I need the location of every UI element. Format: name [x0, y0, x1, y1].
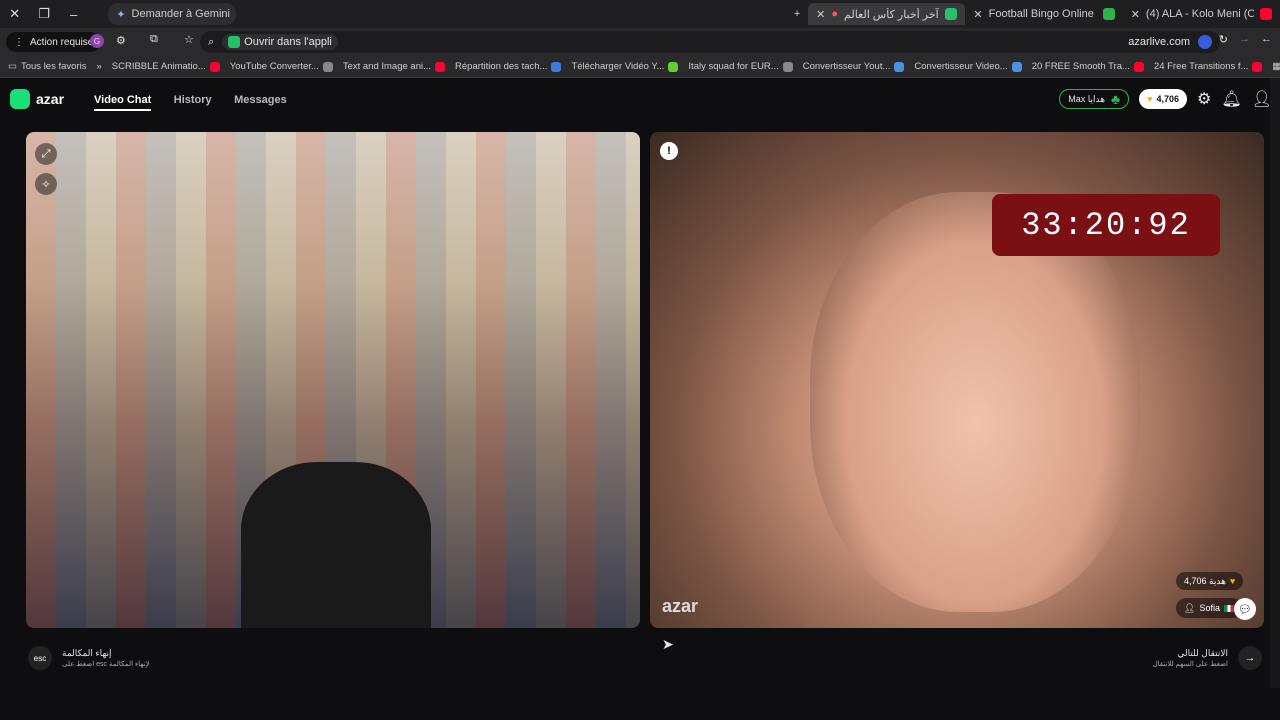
user-avatar-icon: 👤︎ [1184, 602, 1196, 613]
browser-toolbar: ⋮ Action requise G ⚙ ⧉ ☆ ⌕ Ouvrir dans l… [0, 28, 1280, 56]
youtube-icon [1133, 61, 1144, 72]
converter-icon [894, 61, 905, 72]
expand-icon[interactable]: ⤢ [35, 143, 57, 165]
bookmark-item[interactable]: 20 FREE Smooth Tra... [1032, 61, 1144, 72]
extensions-icon[interactable]: ⧉ [150, 33, 158, 46]
address-bar[interactable]: ⌕ Ouvrir dans l'appli azarlive.com [200, 31, 1220, 53]
logo-icon [10, 89, 30, 109]
local-video-feed [26, 132, 640, 628]
browser-tab-bar: ✕ ❐ – ✦ Demander à Gemini + ✕ ● آخر أخبا… [0, 0, 1280, 28]
search-icon: ⌕ [208, 35, 215, 48]
close-tab-icon[interactable]: ✕ [816, 8, 825, 21]
bookmark-item[interactable]: 24 Free Transitions f... [1154, 61, 1263, 72]
sliders-icon[interactable]: ⚙ [116, 34, 126, 47]
tab-favicon [944, 8, 957, 20]
globe-icon [322, 61, 333, 72]
next-hint: اضغط على السهم للانتقال [1152, 661, 1228, 668]
bookmark-item[interactable]: Répartition des tach... [455, 61, 562, 72]
close-tab-icon[interactable]: ✕ [1131, 8, 1140, 21]
bookmarks-overflow[interactable]: » [96, 61, 101, 72]
restore-window-icon[interactable]: ❐ [29, 0, 58, 28]
end-call-caption: إنهاء المكالمة [62, 648, 112, 658]
tab-video-chat[interactable]: Video Chat [94, 94, 152, 111]
gift-max-button[interactable]: Max هدايا ♣ [1059, 89, 1130, 109]
gift-coins-pill[interactable]: 4,706 هدية ♥ [1176, 572, 1244, 590]
cursor-icon: ➤ [662, 636, 674, 652]
bottom-controls: esc إنهاء المكالمة اضغط على esc لإنهاء ا… [0, 636, 1280, 684]
site-info-icon[interactable] [1198, 35, 1212, 49]
next-caption: الانتقال للتالي [1177, 648, 1228, 658]
chat-icon[interactable]: 💬︎ [1234, 598, 1256, 620]
bookmark-item[interactable]: Text and Image ani... [343, 61, 446, 72]
action-required-button[interactable]: ⋮ Action requise [6, 32, 102, 52]
bookmark-item[interactable]: Convertisseur Yout... [803, 61, 905, 72]
azar-logo[interactable]: azar [10, 89, 64, 109]
magic-effect-icon[interactable]: ✧ [35, 173, 57, 195]
app-header: azar Video Chat History Messages Max هدا… [10, 82, 1272, 116]
main-nav: Video Chat History Messages [94, 90, 305, 111]
clover-icon: ♣ [1110, 91, 1121, 107]
folder-icon: ▭ [8, 61, 17, 72]
more-vert-icon: ⋮ [14, 36, 24, 48]
youtube-icon [435, 61, 446, 72]
doc-icon [551, 61, 562, 72]
url-text: azarlive.com [1128, 36, 1190, 48]
end-call-hint: اضغط على esc لإنهاء المكالمة [62, 661, 150, 668]
open-in-app-button[interactable]: Ouvrir dans l'appli [222, 34, 338, 50]
download-icon [668, 61, 679, 72]
coin-icon: ♥ [1229, 576, 1236, 586]
youtube-icon [1259, 8, 1272, 20]
apps-grid-icon[interactable]: ▦ [1272, 61, 1280, 72]
tab-active[interactable]: ✕ ● آخر أخبار كأس العالم [808, 3, 966, 25]
settings-icon[interactable]: ⚙ [1197, 89, 1211, 109]
globe-icon [782, 61, 793, 72]
gemini-button[interactable]: ✦ Demander à Gemini [108, 3, 236, 25]
profile-icon[interactable]: 👤︎ [1252, 89, 1272, 109]
record-icon: ● [831, 8, 839, 20]
notification-bell-icon[interactable]: 🔔︎ [1221, 89, 1241, 109]
back-icon[interactable]: ← [1261, 33, 1272, 45]
new-tab-button[interactable]: + [786, 3, 808, 25]
bookmark-item[interactable]: YouTube Converter... [230, 61, 333, 72]
flag-icon [1223, 604, 1234, 612]
bookmark-item[interactable]: Italy squad for EUR... [688, 61, 793, 72]
close-tab-icon[interactable]: ✕ [973, 8, 982, 21]
report-icon[interactable]: ! [660, 142, 678, 160]
tab-favicon [1102, 8, 1115, 20]
youtube-icon [1252, 61, 1263, 72]
bookmark-star-icon[interactable]: ☆ [184, 33, 194, 46]
youtube-icon [209, 61, 220, 72]
tab-youtube[interactable]: ✕ (4) ALA - Kolo Meni (Official M [1123, 3, 1280, 25]
reload-icon[interactable]: ↻ [1219, 33, 1228, 46]
minimize-window-icon[interactable]: – [59, 0, 88, 28]
call-timer: 33:20:92 [992, 194, 1220, 256]
tab-history[interactable]: History [174, 94, 212, 106]
azar-watermark: azar [662, 596, 699, 616]
google-icon [1011, 61, 1022, 72]
coin-balance[interactable]: ♥ 4,706 [1139, 89, 1188, 109]
esc-button[interactable]: esc [28, 646, 52, 670]
coin-icon: ♥ [1147, 94, 1153, 104]
close-window-icon[interactable]: ✕ [0, 0, 29, 28]
person-silhouette [241, 462, 431, 628]
chevron-double-icon: » [96, 61, 102, 72]
remote-user-pill[interactable]: 👤︎ Sofia [1176, 598, 1242, 618]
forward-icon[interactable]: → [1239, 33, 1250, 45]
gemini-icon: ✦ [116, 8, 126, 21]
next-arrow-icon[interactable]: → [1238, 646, 1262, 670]
page-scrollbar[interactable] [1270, 78, 1280, 688]
bookmark-item[interactable]: SCRIBBLE Animatio... [112, 61, 220, 72]
app-icon [228, 36, 241, 48]
tab-football-bingo[interactable]: ✕ Football Bingo Online - Play N [965, 3, 1122, 25]
bookmark-item[interactable]: Télécharger Vidéo Y... [571, 61, 679, 72]
profile-avatar[interactable]: G [90, 34, 104, 48]
bookmarks-bar: ▭ Tous les favoris » SCRIBBLE Animatio...… [0, 56, 1280, 78]
bookmark-all-favorites[interactable]: ▭ Tous les favoris [8, 61, 86, 72]
bookmark-item[interactable]: Convertisseur Video... [914, 61, 1022, 72]
tab-messages[interactable]: Messages [234, 94, 287, 106]
